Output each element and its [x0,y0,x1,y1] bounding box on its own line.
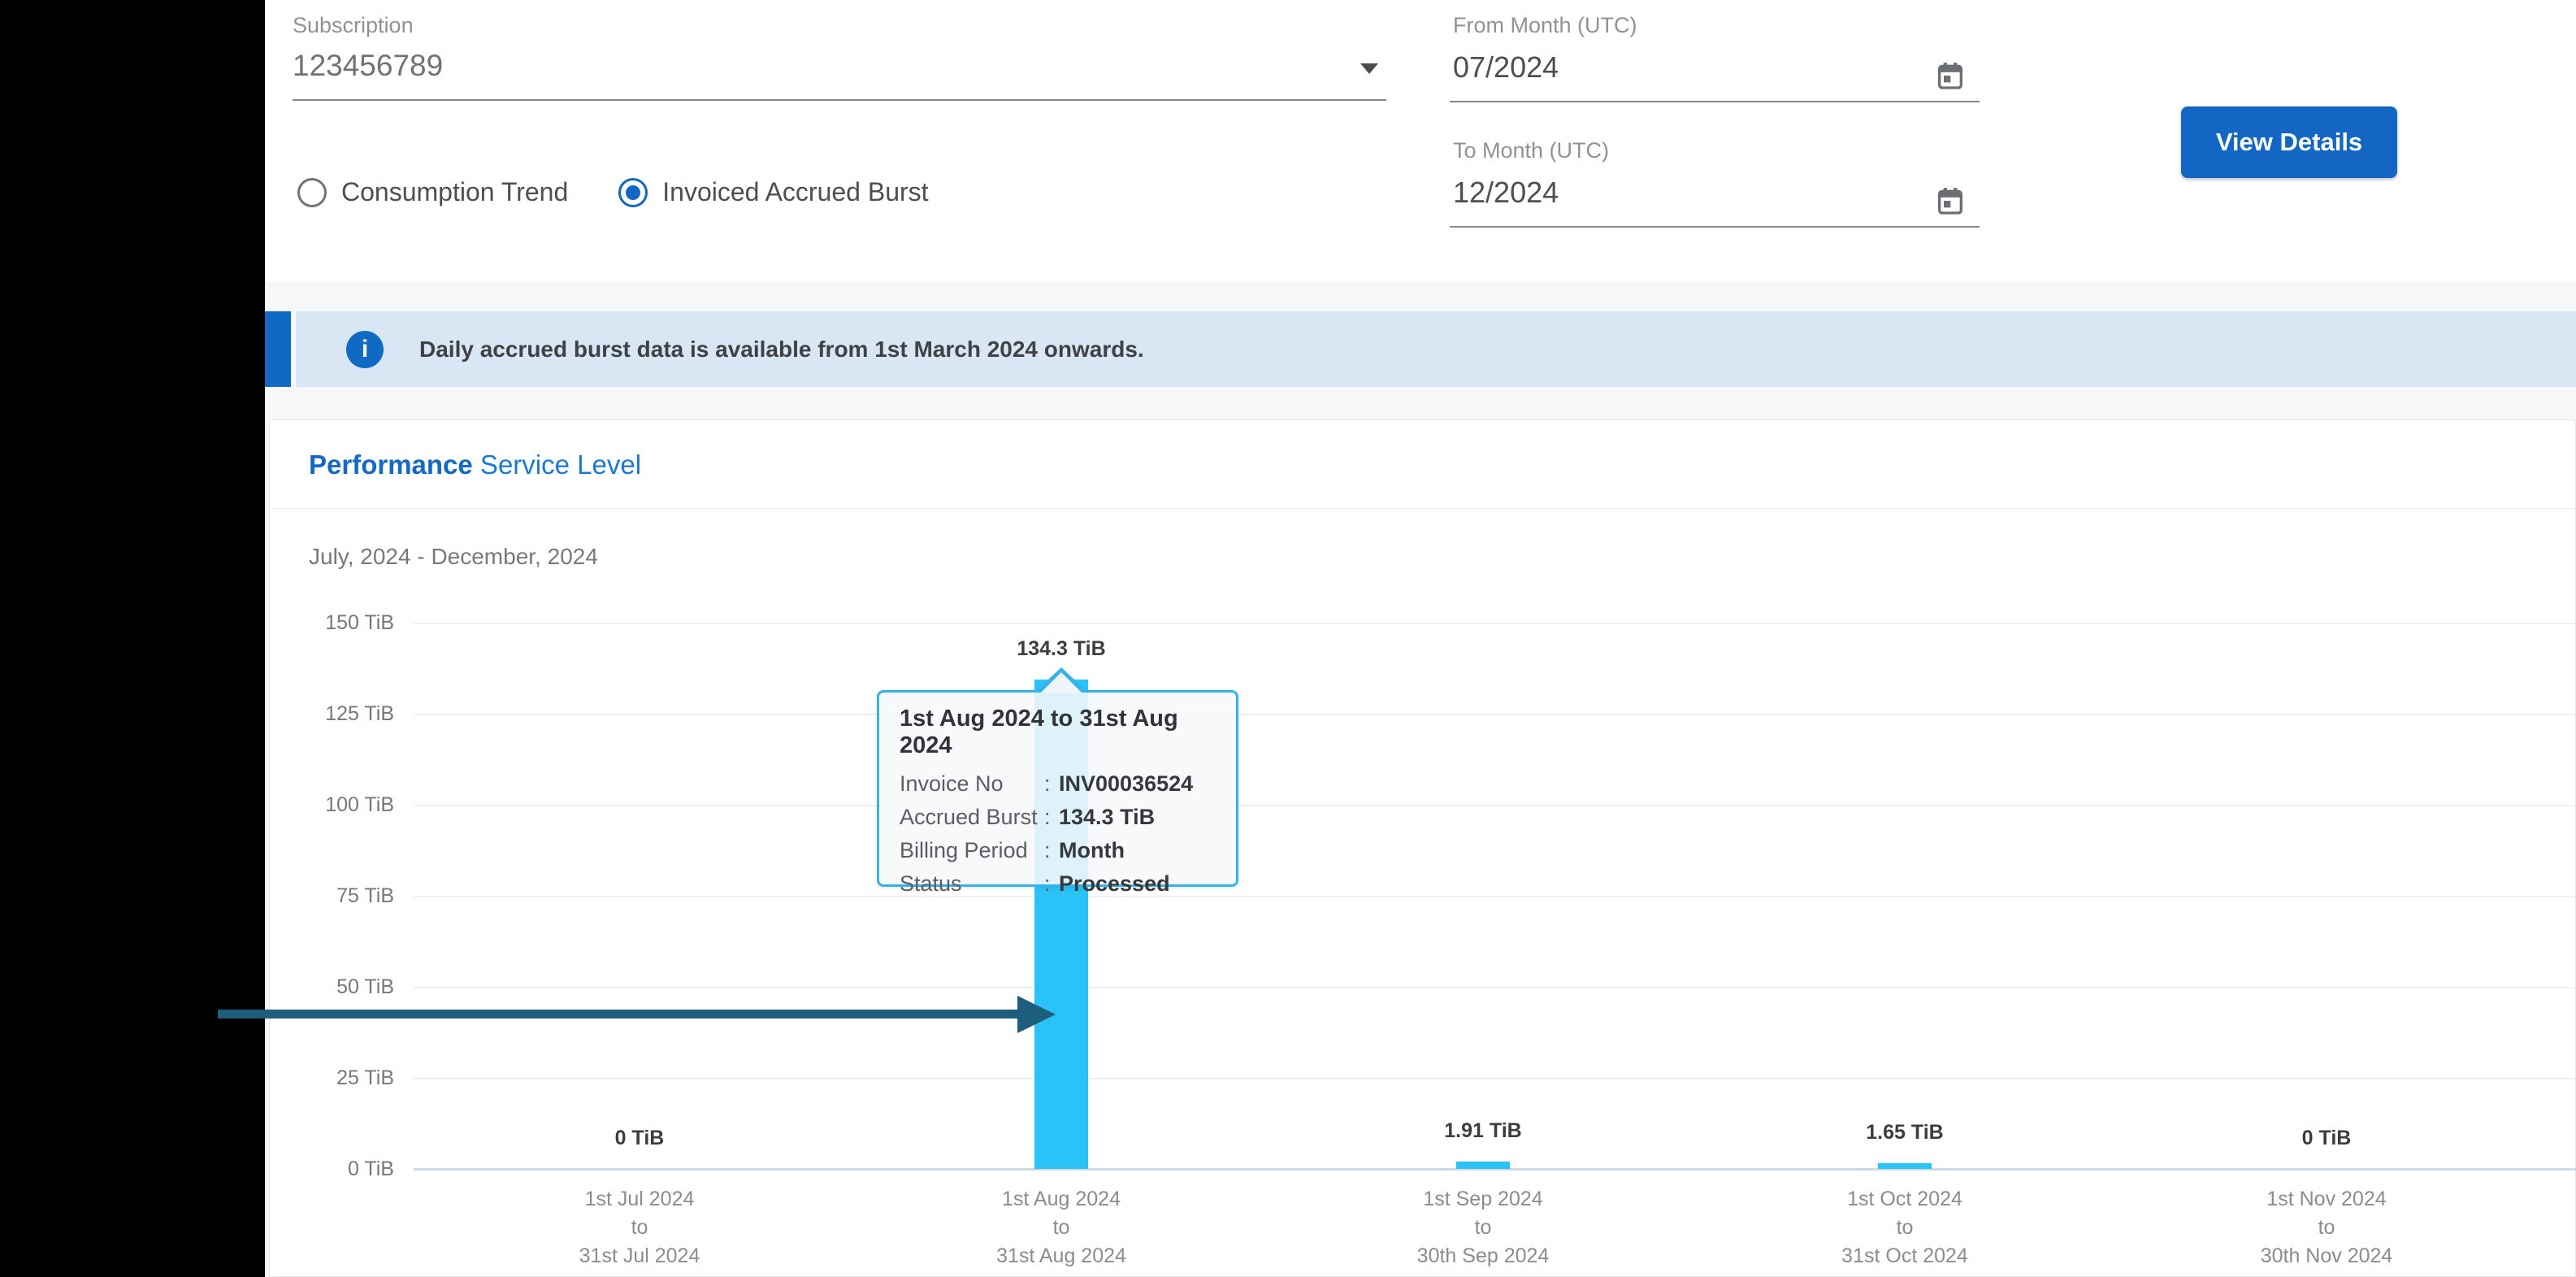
gridline [414,987,2576,988]
banner-accent-bar [265,311,291,387]
y-axis-tick-label: 25 TiB [336,1066,394,1089]
tooltip-title: 1st Aug 2024 to 31st Aug 2024 [900,706,1178,758]
y-axis-tick-label: 150 TiB [325,611,394,634]
gridline [414,805,2576,806]
banner-message: Daily accrued burst data is available fr… [419,336,1144,362]
radio-label: Consumption Trend [341,177,569,206]
x-axis-tick-label: 1st Oct 2024 to 31st Oct 2024 [1841,1188,1968,1267]
from-month-field[interactable] [1450,0,1980,102]
left-black-margin [0,0,265,1277]
annotation-arrow-line [218,1010,1019,1019]
subscription-select[interactable] [293,0,1386,101]
calendar-icon[interactable] [1934,184,1967,218]
y-axis-tick-label: 100 TiB [325,793,394,816]
bar-value-label: 0 TiB [2301,1127,2352,1149]
x-axis-tick-label: 1st Aug 2024 to 31st Aug 2024 [996,1188,1126,1267]
bar-value-label: 1.91 TiB [1444,1119,1522,1142]
y-axis-tick-label: 50 TiB [336,975,394,998]
info-banner: i Daily accrued burst data is available … [296,311,2576,387]
x-axis-tick-label: 1st Sep 2024 to 30th Sep 2024 [1416,1188,1550,1267]
x-axis-tick-label: 1st Nov 2024 to 30th Nov 2024 [2260,1188,2393,1267]
y-axis-tick-label: 75 TiB [336,884,394,907]
bar-value-label: 1.65 TiB [1866,1121,1944,1144]
tooltip-row: Invoice No: INV00036524 [900,771,1194,796]
bar-1st-oct-2024[interactable] [1878,1163,1932,1169]
y-axis-tick-label: 0 TiB [348,1158,394,1180]
tooltip-row: Status: Processed [900,871,1170,896]
bar-value-label: 134.3 TiB [1017,637,1106,660]
tooltip-row: Accrued Burst:134.3 TiB [900,805,1156,829]
calendar-icon[interactable] [1934,59,1967,93]
chart-card: Performance Service Level July, 2024 - D… [269,419,2576,1277]
radio-label: Invoiced Accrued Burst [662,177,929,206]
radio-circle-icon[interactable] [618,177,648,207]
gridline [414,714,2576,715]
annotation-arrow-head-icon [1017,996,1056,1033]
chart-type-radio-group: Consumption Trend Invoiced Accrued Burst [297,177,929,207]
radio-circle-icon[interactable] [297,177,327,207]
x-axis-tick-label: 1st Jul 2024 to 31st Jul 2024 [579,1188,700,1267]
view-details-button[interactable]: View Details [2181,106,2397,178]
gridline [414,896,2576,897]
y-axis-tick-label: 125 TiB [325,702,394,725]
bar-chart: 1st Aug 2024 to 31st Aug 2024 Invoice No… [270,420,2576,1276]
gridline [414,1078,2576,1079]
tooltip-caret-icon [1040,672,1082,693]
bar-1st-sep-2024[interactable] [1456,1162,1510,1169]
gridline [414,623,2576,624]
radio-invoiced-accrued-burst[interactable]: Invoiced Accrued Burst [618,177,929,207]
chevron-down-icon[interactable] [1360,63,1378,74]
bar-value-label: 0 TiB [614,1127,665,1149]
info-icon: i [346,330,384,368]
radio-consumption-trend[interactable]: Consumption Trend [297,177,568,207]
tooltip-row: Billing Period: Month [900,838,1125,862]
chart-tooltip: 1st Aug 2024 to 31st Aug 2024 Invoice No… [877,690,1238,896]
filter-panel: Subscription 123456789 Consumption Trend… [265,0,2576,282]
to-month-field[interactable] [1450,125,1980,228]
